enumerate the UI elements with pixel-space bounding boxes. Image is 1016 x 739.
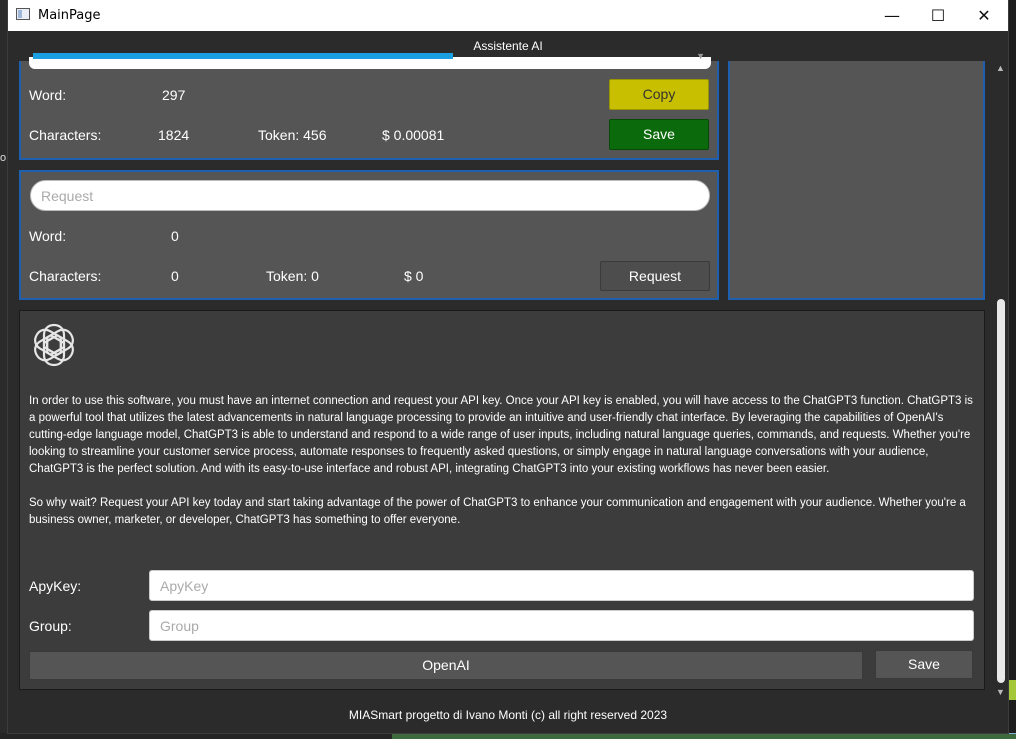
response-scroll-indicator xyxy=(33,53,453,59)
request-cost: $ 0 xyxy=(404,268,424,284)
apikey-input[interactable] xyxy=(149,570,974,601)
chevron-down-icon: ▼ xyxy=(696,51,705,61)
settings-panel: In order to use this software, you must … xyxy=(19,310,985,690)
apikey-label: ApyKey: xyxy=(29,578,82,594)
request-word-count: 0 xyxy=(171,228,179,244)
maximize-button[interactable]: ☐ xyxy=(915,0,961,31)
group-label: Group: xyxy=(29,618,72,634)
scroll-up-icon[interactable]: ▲ xyxy=(996,63,1005,73)
response-cost: $ 0.00081 xyxy=(382,127,445,143)
response-word-count: 297 xyxy=(162,87,186,103)
copy-button[interactable]: Copy xyxy=(609,79,709,110)
response-textarea[interactable]: ▼ xyxy=(29,51,711,69)
request-token-count: Token: 0 xyxy=(266,268,319,284)
response-characters-label: Characters: xyxy=(29,127,102,143)
request-input[interactable] xyxy=(30,180,710,211)
app-window-icon xyxy=(16,8,30,20)
background-fragment-text: o xyxy=(0,152,7,164)
request-characters-count: 0 xyxy=(171,268,179,284)
request-panel: Word: 0 Characters: 0 Token: 0 $ 0 Reque… xyxy=(19,170,719,300)
request-word-label: Word: xyxy=(29,228,67,244)
title-bar[interactable]: MainPage — ☐ ✕ xyxy=(8,0,1008,31)
close-button[interactable]: ✕ xyxy=(961,0,1007,31)
openai-button[interactable]: OpenAI xyxy=(29,651,863,680)
response-token-count: Token: 456 xyxy=(258,127,327,143)
save-settings-button[interactable]: Save xyxy=(875,650,973,679)
response-characters-count: 1824 xyxy=(158,127,190,143)
request-button[interactable]: Request xyxy=(600,261,710,291)
request-characters-label: Characters: xyxy=(29,268,102,284)
group-input[interactable] xyxy=(149,610,974,641)
main-window: MainPage — ☐ ✕ Assistente AI ▼ Word: 297… xyxy=(8,0,1008,733)
api-info-text: In order to use this software, you must … xyxy=(29,393,974,546)
openai-logo-icon xyxy=(34,323,74,367)
side-panel xyxy=(728,61,985,300)
vertical-scrollbar[interactable]: ▲ ▼ xyxy=(993,61,1008,701)
window-title: MainPage xyxy=(38,8,101,23)
response-word-label: Word: xyxy=(29,87,67,103)
scroll-down-icon[interactable]: ▼ xyxy=(996,687,1005,697)
background-editor-strip xyxy=(392,733,1016,739)
minimize-button[interactable]: — xyxy=(869,0,915,31)
scrollbar-thumb[interactable] xyxy=(997,299,1005,683)
save-response-button[interactable]: Save xyxy=(609,119,709,150)
footer-copyright: MIASmart progetto di Ivano Monti (c) all… xyxy=(348,708,668,722)
background-desktop-right xyxy=(1008,680,1016,700)
background-desktop-left xyxy=(0,0,8,739)
info-paragraph-2: So why wait? Request your API key today … xyxy=(29,497,966,526)
info-paragraph-1: In order to use this software, you must … xyxy=(29,395,973,475)
response-panel: ▼ Word: 297 Characters: 1824 Token: 456 … xyxy=(19,51,719,160)
